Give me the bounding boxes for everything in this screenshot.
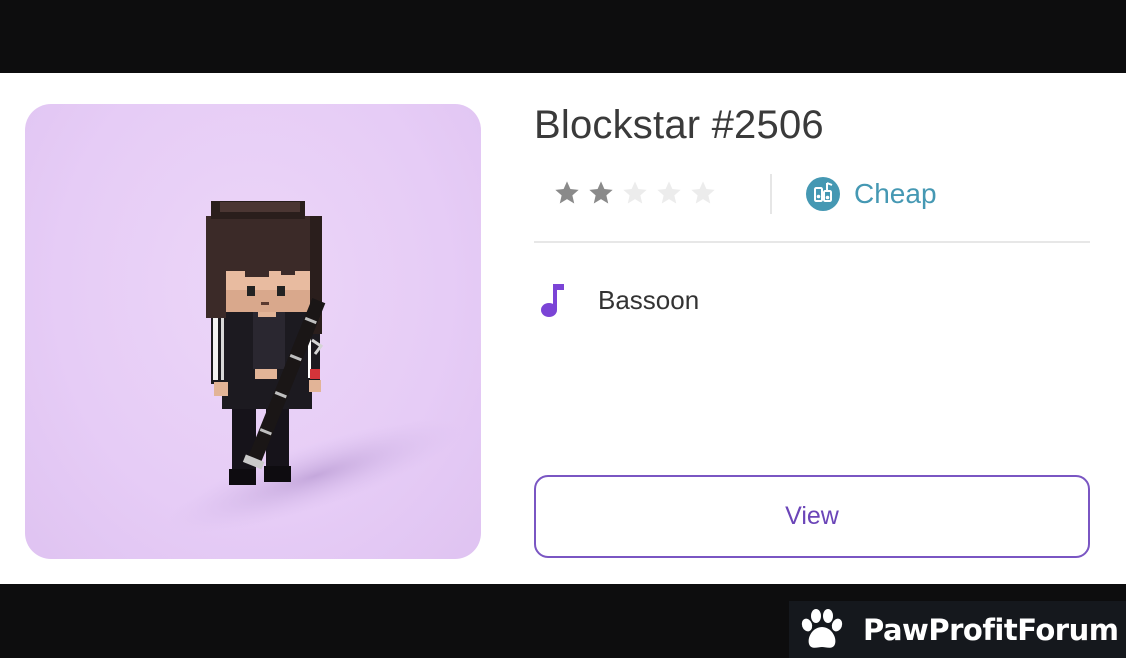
music-library-icon xyxy=(806,177,840,211)
star-filled-icon xyxy=(589,181,613,204)
watermark-logo: PawProfitForum xyxy=(789,601,1126,658)
star-rating xyxy=(553,179,717,207)
star-empty-icon xyxy=(623,181,647,204)
price-tier: Cheap xyxy=(806,177,937,211)
vertical-divider xyxy=(770,174,772,214)
character-artwork xyxy=(25,104,481,559)
view-button[interactable]: View xyxy=(534,475,1090,558)
star-empty-icon xyxy=(657,181,681,204)
star-filled-icon xyxy=(555,181,579,204)
watermark-text: PawProfitForum xyxy=(863,612,1119,647)
voxel-character-image xyxy=(167,201,463,533)
price-tier-label: Cheap xyxy=(854,178,937,209)
nft-card: Blockstar #2506 Cheap Bassoon View xyxy=(0,73,1126,584)
item-title: Blockstar #2506 xyxy=(534,103,824,147)
horizontal-divider xyxy=(534,241,1090,243)
star-empty-icon xyxy=(691,181,715,204)
paw-icon xyxy=(801,608,843,648)
instrument-row: Bassoon xyxy=(538,281,699,319)
music-note-icon xyxy=(541,284,564,317)
instrument-label: Bassoon xyxy=(598,284,700,315)
